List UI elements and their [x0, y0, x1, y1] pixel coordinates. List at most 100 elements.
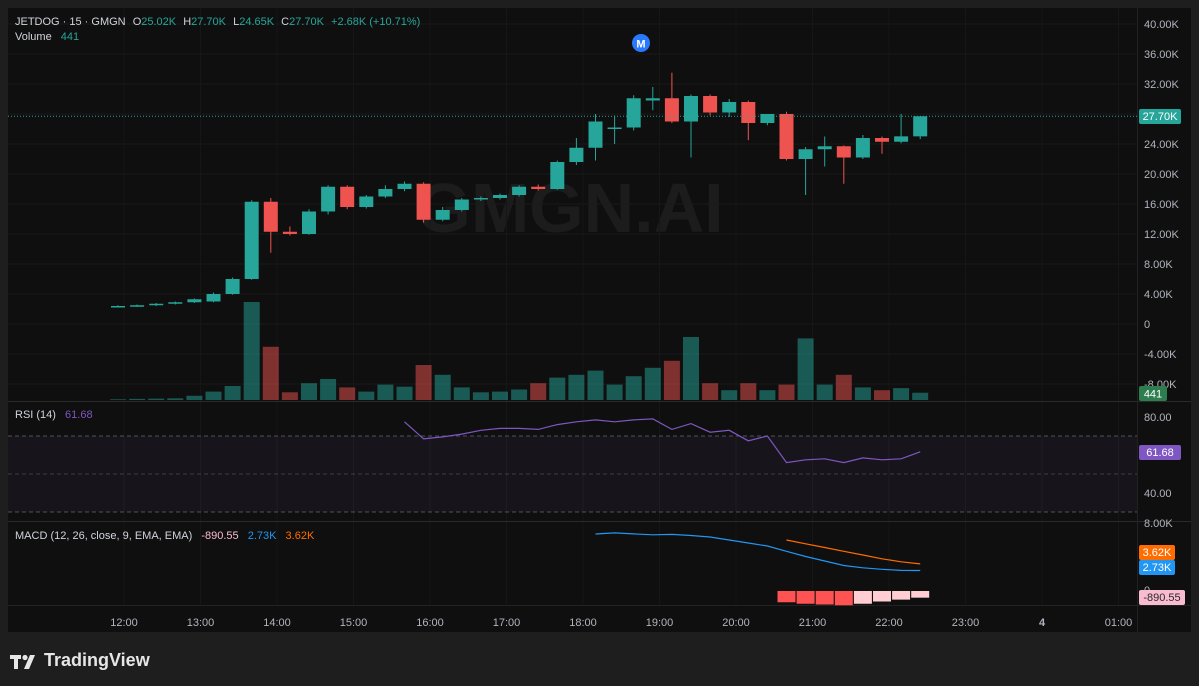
macd-hist-bar: [853, 591, 872, 604]
candle-body: [302, 211, 316, 234]
volume-bar: [644, 367, 661, 400]
low-value: 24.65K: [239, 16, 275, 28]
volume-bar: [167, 398, 184, 400]
tradingview-brand[interactable]: TradingView: [10, 650, 150, 671]
candle-body: [416, 183, 431, 220]
rsi-badge: 61.68: [1139, 445, 1181, 460]
volume-bar: [797, 338, 814, 400]
high-value: 27.70K: [191, 16, 227, 28]
volume-bar: [281, 392, 298, 400]
volume-bar: [453, 387, 470, 400]
volume-bar: [148, 398, 165, 400]
macd-hist-bar: [777, 591, 796, 603]
volume-bar: [625, 376, 642, 400]
macd-hist-bar: [873, 591, 891, 602]
time-tick: 21:00: [799, 617, 827, 629]
signal-badge: 3.62K: [1139, 545, 1175, 560]
volume-bar: [530, 383, 547, 400]
time-tick: 19:00: [646, 617, 674, 629]
candle-body: [550, 162, 565, 189]
volume-bar: [358, 391, 375, 400]
volume-legend-value: 441: [61, 31, 79, 43]
macd-badge: 2.73K: [1139, 560, 1175, 575]
rsi-tick-80: 80.00: [1144, 412, 1172, 424]
close-value: 27.70K: [289, 16, 325, 28]
time-tick: 20:00: [722, 617, 750, 629]
macd-legend: MACD (12, 26, close, 9, EMA, EMA) -890.5…: [15, 530, 315, 542]
candle-body: [645, 98, 660, 101]
time-tick: 12:00: [110, 617, 138, 629]
price-badge: 27.70K: [1139, 109, 1181, 124]
candle-body: [111, 306, 125, 308]
change-value: +2.68K (+10.71%): [331, 16, 420, 28]
volume-bar: [320, 379, 337, 400]
candle-body: [664, 98, 679, 122]
volume-bar: [186, 395, 203, 400]
time-tick: 16:00: [416, 617, 444, 629]
time-tick: 22:00: [875, 617, 903, 629]
candle-body: [760, 114, 775, 123]
candle-body: [225, 279, 240, 294]
macd-hist-bar: [796, 591, 815, 604]
marker-badge[interactable]: M: [632, 34, 650, 52]
volume-bar: [606, 384, 623, 400]
price-tick: 20.00K: [1144, 169, 1180, 181]
volume-bar: [262, 346, 279, 400]
volume-bar: [568, 374, 585, 400]
candle-body: [722, 102, 737, 113]
volume-bar: [721, 390, 738, 400]
volume-bar: [759, 390, 776, 400]
volume-bar: [415, 365, 432, 400]
candle-body: [588, 121, 603, 148]
volume-bar: [702, 383, 719, 400]
price-tick: 12.00K: [1144, 229, 1180, 241]
volume-bar: [778, 384, 795, 400]
volume-bar: [587, 370, 604, 400]
volume-bar: [224, 386, 241, 400]
volume-bar: [893, 388, 910, 400]
time-tick: 18:00: [569, 617, 597, 629]
candle-body: [741, 102, 756, 123]
chart-canvas[interactable]: GMGN.AI M 40.00K36.00K32.00K28.00K24.00K…: [0, 0, 1199, 686]
rsi-legend-value: 61.68: [65, 409, 93, 421]
candle-body: [569, 147, 584, 162]
price-tick: 0: [1144, 319, 1150, 331]
candle-body: [493, 195, 507, 198]
signal-legend-value: 3.62K: [286, 530, 315, 542]
candle-body: [836, 146, 851, 158]
candle-body: [340, 186, 355, 207]
macd-badge-text: 2.73K: [1143, 562, 1172, 574]
candle-body: [397, 183, 412, 189]
volume-bar: [339, 387, 356, 400]
candle-body: [684, 96, 698, 122]
rsi-tick-40: 40.00: [1144, 488, 1172, 500]
candle-body: [168, 302, 183, 304]
candle-body: [206, 294, 221, 302]
candle-body: [817, 146, 832, 150]
price-tick: 40.00K: [1144, 19, 1180, 31]
price-tick: 32.00K: [1144, 79, 1180, 91]
price-tick: 36.00K: [1144, 49, 1180, 61]
candle-body: [149, 303, 164, 306]
volume-bar: [243, 302, 260, 400]
tradingview-brand-text: TradingView: [44, 650, 150, 670]
time-tick: 01:00: [1105, 617, 1133, 629]
candle-body: [130, 305, 145, 307]
candle-body: [435, 210, 450, 220]
volume-bar: [683, 337, 699, 400]
volume-legend: Volume 441: [15, 31, 79, 43]
volume-bar: [110, 399, 126, 400]
candle-body: [531, 186, 546, 189]
volume-bar: [511, 389, 528, 400]
open-value: 25.02K: [141, 16, 177, 28]
candle-body: [703, 96, 718, 113]
price-tick: 4.00K: [1144, 289, 1173, 301]
candle-body: [263, 201, 278, 232]
volume-bar: [377, 384, 394, 400]
volume-bar: [816, 384, 833, 400]
candle-body: [913, 116, 928, 137]
candle-body: [187, 299, 202, 303]
hist-badge-text: -890.55: [1143, 592, 1180, 604]
price-tick: 24.00K: [1144, 139, 1180, 151]
volume-badge: 441: [1139, 386, 1167, 401]
